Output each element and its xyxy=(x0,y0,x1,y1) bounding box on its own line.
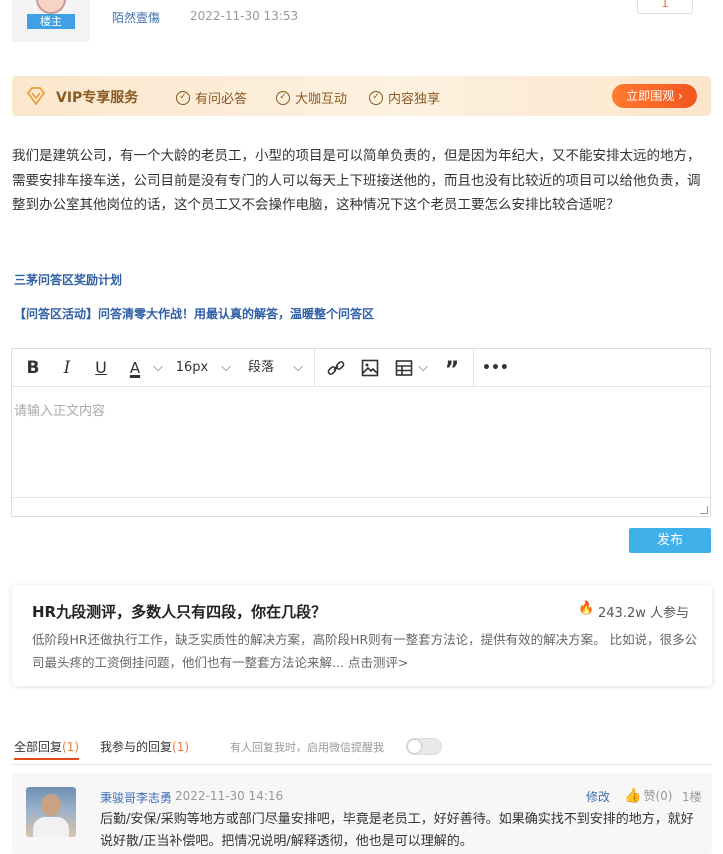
vip-join-button[interactable]: 立即围观 › xyxy=(612,84,697,108)
reward-plan-link[interactable]: 三茅问答区奖励计划 xyxy=(14,271,122,288)
chevron-down-icon[interactable]: ⌵ xyxy=(218,349,234,387)
vip-feature-label: 内容独享 xyxy=(388,92,441,107)
vip-feature-label: 大咖互动 xyxy=(295,92,348,107)
wechat-notice-toggle[interactable] xyxy=(406,738,442,755)
diamond-icon xyxy=(26,87,46,105)
question-body: 我们是建筑公司，有一个大龄的老员工，小型的项目是可以简单负责的，但是因为年纪大，… xyxy=(12,148,701,213)
chevron-down-icon[interactable]: ⌵ xyxy=(290,349,306,387)
quote-icon[interactable]: ” xyxy=(440,349,464,387)
editor-textarea[interactable]: 请输入正文内容 xyxy=(12,388,710,498)
toolbar-divider xyxy=(314,349,315,387)
vip-feature-interaction: ✓ 大咖互动 xyxy=(276,88,347,107)
italic-icon[interactable]: I xyxy=(56,349,78,387)
tab-count: (1) xyxy=(172,740,190,754)
tab-all-replies[interactable]: 全部回复(1) xyxy=(14,738,80,760)
post-author-strip: 楼主 陌然壹傷 2022-11-30 13:53 1 xyxy=(0,0,723,46)
tabs-divider xyxy=(12,764,712,765)
vip-feature-answers: ✓ 有问必答 xyxy=(176,88,247,107)
link-icon[interactable] xyxy=(324,349,348,387)
reply-editor: B I U A ⌵ 16px ⌵ 段落 ⌵ ⌵ ” ••• 请输入正文内容 xyxy=(11,348,711,517)
floor-number: 1楼 xyxy=(682,790,702,804)
more-icon[interactable]: ••• xyxy=(482,349,509,387)
tab-count: (1) xyxy=(62,740,80,754)
activity-link[interactable]: 【问答区活动】问答清零大作战！用最认真的解答，温暖整个问答区 xyxy=(14,305,374,322)
reply-item: 秉骏哥李志勇 2022-11-30 14:16 修改 👍 赞(0) 1楼 后勤/… xyxy=(12,773,712,854)
chevron-down-icon[interactable]: ⌵ xyxy=(415,349,431,387)
avatar-body xyxy=(33,817,69,837)
participant-count: 243.2w 人参与 xyxy=(598,606,689,621)
image-icon[interactable] xyxy=(358,349,382,387)
vip-banner[interactable]: VIP专享服务 ✓ 有问必答 ✓ 大咖互动 ✓ 内容独享 立即围观 › xyxy=(12,76,711,116)
wechat-notice-label: 有人回复我时，启用微信提醒我 xyxy=(230,741,384,754)
vote-count-button[interactable]: 1 xyxy=(637,0,693,14)
vip-feature-exclusive: ✓ 内容独享 xyxy=(369,88,440,107)
editor-toolbar: B I U A ⌵ 16px ⌵ 段落 ⌵ ⌵ ” ••• xyxy=(12,349,710,387)
avatar-head xyxy=(41,794,61,816)
resize-handle-icon[interactable] xyxy=(700,506,708,514)
table-icon[interactable] xyxy=(393,349,415,387)
avatar[interactable] xyxy=(26,787,76,837)
edit-link[interactable]: 修改 xyxy=(586,788,610,805)
post-time: 2022-11-30 13:53 xyxy=(190,9,299,23)
editor-placeholder: 请输入正文内容 xyxy=(14,404,106,419)
avatar-image xyxy=(36,0,66,14)
fire-icon: 🔥 xyxy=(578,601,595,616)
author-name[interactable]: 陌然壹傷 xyxy=(112,9,160,26)
bold-icon[interactable]: B xyxy=(22,349,44,387)
font-color-icon[interactable]: A xyxy=(124,349,146,387)
check-circle-icon: ✓ xyxy=(276,90,290,105)
thumbs-up-icon: 👍 xyxy=(624,787,642,804)
hr-test-card[interactable]: HR九段测评，多数人只有四段，你在几段？ 🔥 243.2w 人参与 低阶段HR还… xyxy=(12,585,712,686)
editor-footer xyxy=(12,497,710,516)
reply-author-name[interactable]: 秉骏哥李志勇 xyxy=(100,789,172,806)
check-circle-icon: ✓ xyxy=(176,90,190,105)
vip-feature-label: 有问必答 xyxy=(195,92,248,107)
toolbar-divider xyxy=(473,349,474,387)
like-button[interactable]: 👍 赞(0) xyxy=(624,787,672,804)
reply-tabs: 全部回复(1) 我参与的回复(1) 有人回复我时，启用微信提醒我 xyxy=(14,738,714,760)
reply-time: 2022-11-30 14:16 xyxy=(175,789,284,803)
reply-content: 后勤/安保/采购等地方或部门尽量安排吧，毕竟是老员工，好好善待。如果确实找不到安… xyxy=(100,812,694,849)
hr-card-title[interactable]: HR九段测评，多数人只有四段，你在几段？ xyxy=(32,601,326,622)
check-circle-icon: ✓ xyxy=(369,90,383,105)
underline-icon[interactable]: U xyxy=(90,349,112,387)
publish-button[interactable]: 发布 xyxy=(629,528,711,553)
chevron-down-icon[interactable]: ⌵ xyxy=(150,349,166,387)
author-avatar[interactable]: 楼主 xyxy=(12,0,90,42)
paragraph-select[interactable]: 段落 xyxy=(246,349,276,387)
vip-title: VIP专享服务 xyxy=(56,90,139,106)
tab-label: 我参与的回复 xyxy=(100,740,173,754)
tab-my-replies[interactable]: 我参与的回复(1) xyxy=(100,738,189,755)
hr-card-description[interactable]: 低阶段HR还做执行工作，缺乏实质性的解决方案，高阶段HR则有一整套方法论，提供有… xyxy=(32,628,707,674)
tab-label: 全部回复 xyxy=(14,740,63,754)
like-count: 赞(0) xyxy=(643,789,673,803)
font-size-select[interactable]: 16px xyxy=(175,349,209,387)
owner-badge: 楼主 xyxy=(27,14,75,29)
